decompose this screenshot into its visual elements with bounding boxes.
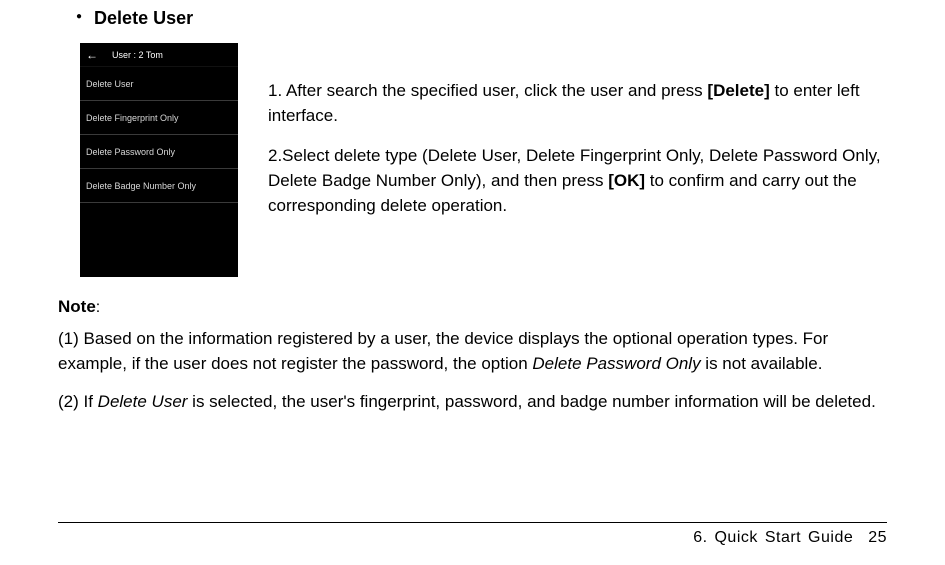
note-1-italic: Delete Password Only — [532, 354, 700, 373]
note-2: (2) If Delete User is selected, the user… — [58, 390, 887, 415]
device-menu-item: Delete User — [80, 67, 238, 101]
note-1-text-c: is not available. — [701, 354, 823, 373]
device-title: User : 2 Tom — [112, 50, 163, 60]
note-body: (1) Based on the information registered … — [58, 327, 887, 415]
note-heading: Note: — [58, 297, 887, 317]
page-footer: 6. Quick Start Guide 25 — [58, 522, 887, 547]
section-heading: Delete User — [94, 8, 193, 29]
content-row: ← User : 2 Tom Delete User Delete Finger… — [80, 43, 887, 277]
device-titlebar: ← User : 2 Tom — [80, 43, 238, 67]
bullet-icon — [76, 10, 82, 26]
footer-page-number: 25 — [868, 529, 887, 546]
step-2: 2.Select delete type (Delete User, Delet… — [268, 144, 887, 218]
footer-chapter: 6. Quick Start Guide — [693, 529, 853, 546]
device-screenshot: ← User : 2 Tom Delete User Delete Finger… — [80, 43, 238, 277]
instruction-steps: 1. After search the specified user, clic… — [268, 43, 887, 277]
step-1-text-a: 1. After search the specified user, clic… — [268, 81, 707, 100]
delete-key-label: [Delete] — [707, 81, 769, 100]
device-menu-item: Delete Badge Number Only — [80, 169, 238, 203]
note-section: Note: (1) Based on the information regis… — [58, 297, 887, 415]
note-1: (1) Based on the information registered … — [58, 327, 887, 376]
device-menu-item: Delete Fingerprint Only — [80, 101, 238, 135]
back-arrow-icon: ← — [86, 48, 98, 62]
device-menu-item: Delete Password Only — [80, 135, 238, 169]
step-1: 1. After search the specified user, clic… — [268, 79, 887, 128]
note-colon: : — [96, 299, 100, 316]
section-heading-row: Delete User — [76, 8, 887, 29]
note-label: Note — [58, 297, 96, 316]
note-2-italic: Delete User — [98, 392, 188, 411]
note-2-text-c: is selected, the user's fingerprint, pas… — [187, 392, 875, 411]
ok-key-label: [OK] — [608, 171, 645, 190]
note-2-text-a: (2) If — [58, 392, 98, 411]
